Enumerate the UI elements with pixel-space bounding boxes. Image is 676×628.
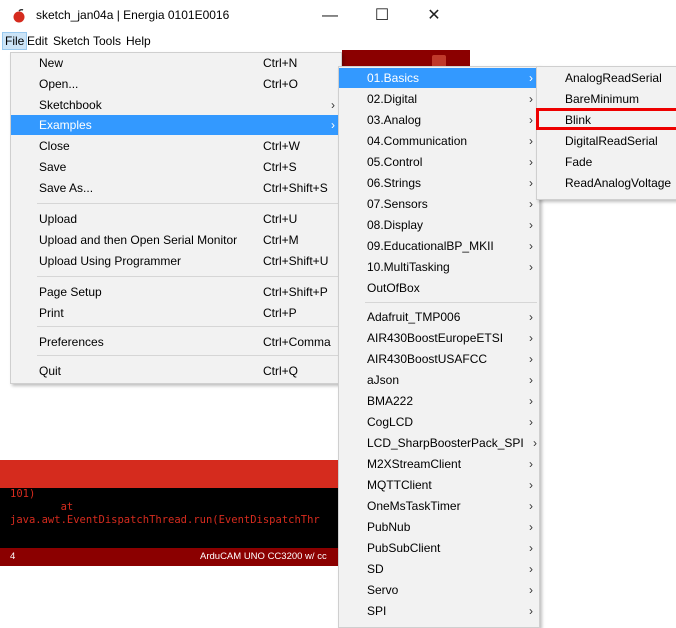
menu-item-print[interactable]: Print Ctrl+P [11, 303, 341, 323]
line-number: 4 [10, 551, 16, 562]
basics-item-readanalogvoltage[interactable]: ReadAnalogVoltage [537, 173, 676, 193]
chevron-right-icon: › [529, 310, 533, 324]
menu-item-open[interactable]: Open... Ctrl+O [11, 74, 341, 94]
examples-submenu: 01.Basics › 02.Digital › 03.Analog › 04.Com… [338, 66, 540, 628]
chevron-right-icon: › [529, 331, 533, 345]
basics-item-bareminimum[interactable]: BareMinimum [537, 89, 676, 109]
basics-item-analogreadserial[interactable]: AnalogReadSerial [537, 68, 676, 88]
examples-item-lcd-sharpboosterpack-spi[interactable]: LCD_SharpBoosterPack_SPI › [339, 433, 539, 453]
chevron-right-icon: › [529, 604, 533, 618]
menu-item-preferences[interactable]: Preferences Ctrl+Comma [11, 332, 341, 352]
chevron-right-icon: › [533, 436, 537, 450]
console-line: at [10, 501, 74, 513]
examples-item-03-analog[interactable]: 03.Analog › [339, 110, 539, 130]
maximize-button[interactable]: ☐ [362, 4, 402, 28]
menu-item-sketchbook[interactable]: Sketchbook › [11, 95, 341, 115]
examples-item-10-multitasking[interactable]: 10.MultiTasking › [339, 257, 539, 277]
examples-item-08-display[interactable]: 08.Display › [339, 215, 539, 235]
energia-app-icon [13, 9, 25, 23]
examples-item-spi[interactable]: SPI › [339, 601, 539, 621]
menu-separator [37, 276, 339, 277]
chevron-right-icon: › [529, 373, 533, 387]
examples-item-07-sensors[interactable]: 07.Sensors › [339, 194, 539, 214]
chevron-right-icon: › [529, 562, 533, 576]
examples-item-mqttclient[interactable]: MQTTClient › [339, 475, 539, 495]
menu-tools[interactable]: Tools [91, 33, 123, 49]
close-button[interactable]: ✕ [414, 4, 454, 28]
examples-item-adafruit-tmp006[interactable]: Adafruit_TMP006 › [339, 307, 539, 327]
menu-help[interactable]: Help [124, 33, 153, 49]
board-name: ArduCAM UNO CC3200 w/ cc [200, 551, 327, 562]
menu-item-examples[interactable]: Examples › [11, 115, 341, 135]
examples-item-air430boostusafcc[interactable]: AIR430BoostUSAFCC › [339, 349, 539, 369]
chevron-right-icon: › [529, 218, 533, 232]
chevron-right-icon: › [529, 457, 533, 471]
examples-item-09-educationalbp-mkii[interactable]: 09.EducationalBP_MKII › [339, 236, 539, 256]
file-menu: New Ctrl+N Open... Ctrl+O Sketchbook › Exam… [10, 52, 342, 384]
chevron-right-icon: › [529, 176, 533, 190]
menu-bar: File Edit Sketch Tools Help [0, 32, 470, 50]
menu-edit[interactable]: Edit [25, 33, 50, 49]
chevron-right-icon: › [529, 583, 533, 597]
chevron-right-icon: › [529, 478, 533, 492]
menu-item-upload[interactable]: Upload Ctrl+U [11, 209, 341, 229]
chevron-right-icon: › [529, 352, 533, 366]
chevron-right-icon: › [529, 499, 533, 513]
examples-item-02-digital[interactable]: 02.Digital › [339, 89, 539, 109]
chevron-right-icon: › [331, 98, 335, 112]
title-bar: sketch_jan04a | Energia 0101E0016 — ☐ ✕ [0, 0, 470, 32]
menu-separator [37, 355, 339, 356]
minimize-button[interactable]: — [310, 4, 350, 28]
examples-item-pubsubclient[interactable]: PubSubClient › [339, 538, 539, 558]
menu-item-close[interactable]: Close Ctrl+W [11, 136, 341, 156]
examples-item-04-communication[interactable]: 04.Communication › [339, 131, 539, 151]
examples-item-05-control[interactable]: 05.Control › [339, 152, 539, 172]
menu-item-save-as[interactable]: Save As... Ctrl+Shift+S [11, 178, 341, 198]
examples-item-06-strings[interactable]: 06.Strings › [339, 173, 539, 193]
menu-separator [37, 203, 339, 204]
chevron-right-icon: › [331, 118, 335, 132]
menu-item-quit[interactable]: Quit Ctrl+Q [11, 361, 341, 381]
chevron-right-icon: › [529, 260, 533, 274]
menu-separator [365, 302, 537, 303]
chevron-right-icon: › [529, 71, 533, 85]
chevron-right-icon: › [529, 92, 533, 106]
examples-item-onemstasktimer[interactable]: OneMsTaskTimer › [339, 496, 539, 516]
basics-submenu: AnalogReadSerial BareMinimum Blink Digit… [536, 66, 676, 200]
chevron-right-icon: › [529, 113, 533, 127]
desktop-background [0, 566, 338, 620]
menu-item-new[interactable]: New Ctrl+N [11, 53, 341, 73]
examples-item-pubnub[interactable]: PubNub › [339, 517, 539, 537]
examples-item-outofbox[interactable]: OutOfBox [339, 278, 539, 298]
blink-highlight-box [536, 108, 676, 130]
menu-file[interactable]: File [2, 32, 28, 50]
basics-item-fade[interactable]: Fade [537, 152, 676, 172]
examples-item-ajson[interactable]: aJson › [339, 370, 539, 390]
chevron-right-icon: › [529, 394, 533, 408]
chevron-right-icon: › [529, 155, 533, 169]
chevron-right-icon: › [529, 239, 533, 253]
chevron-right-icon: › [529, 520, 533, 534]
console-line: 101) [10, 488, 36, 500]
window-title: sketch_jan04a | Energia 0101E0016 [36, 8, 230, 22]
menu-item-upload-and-open-serial-monitor[interactable]: Upload and then Open Serial Monitor Ctrl+… [11, 230, 341, 250]
menu-separator [37, 326, 339, 327]
basics-item-digitalreadserial[interactable]: DigitalReadSerial [537, 131, 676, 151]
chevron-right-icon: › [529, 134, 533, 148]
menu-item-page-setup[interactable]: Page Setup Ctrl+Shift+P [11, 282, 341, 302]
menu-sketch[interactable]: Sketch [51, 33, 92, 49]
examples-item-bma222[interactable]: BMA222 › [339, 391, 539, 411]
examples-item-sd[interactable]: SD › [339, 559, 539, 579]
examples-item-01-basics[interactable]: 01.Basics › [339, 68, 539, 88]
chevron-right-icon: › [529, 541, 533, 555]
menu-item-upload-using-programmer[interactable]: Upload Using Programmer Ctrl+Shift+U [11, 251, 341, 271]
console-line: java.awt.EventDispatchThread.run(EventDi… [10, 514, 320, 526]
chevron-right-icon: › [529, 197, 533, 211]
chevron-right-icon: › [529, 415, 533, 429]
examples-item-servo[interactable]: Servo › [339, 580, 539, 600]
examples-item-m2xstreamclient[interactable]: M2XStreamClient › [339, 454, 539, 474]
menu-item-save[interactable]: Save Ctrl+S [11, 157, 341, 177]
examples-item-coglcd[interactable]: CogLCD › [339, 412, 539, 432]
examples-item-air430boosteuropeetsi[interactable]: AIR430BoostEuropeETSI › [339, 328, 539, 348]
